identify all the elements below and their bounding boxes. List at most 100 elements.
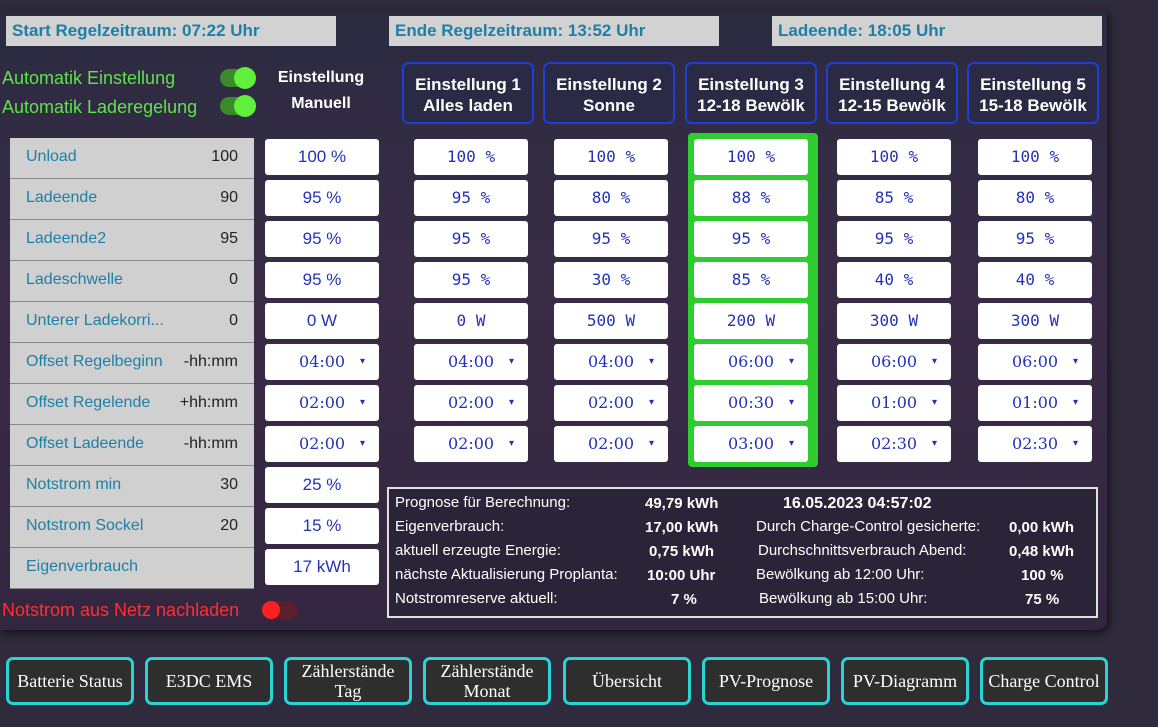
setting-1-input[interactable]: 100 % [414,139,528,175]
value-text: 95 % [731,229,771,248]
manual-input[interactable]: 95 % [265,262,379,298]
value-text: 02:00 [299,434,346,453]
value-text: 02:00 [448,393,495,412]
abend-value: 0,48 kWh [1009,543,1075,560]
notstrom-nachladen-toggle[interactable] [262,601,298,619]
setting-2-input[interactable]: 80 % [554,180,668,216]
value-text: 03:00 [728,434,775,453]
setting-2-select[interactable]: 02:00 ▾ [554,385,668,421]
manual-select[interactable]: 04:00 ▾ [265,344,379,380]
nav-button-5[interactable]: Übersicht [563,657,691,705]
setting-5-select[interactable]: 01:00 ▾ [978,385,1092,421]
setting-header-3[interactable]: Einstellung 3 12-18 Bewölk [685,62,817,124]
setting-5-input[interactable]: 100 % [978,139,1092,175]
update-label: nächste Aktualisierung Proplanta: [395,566,618,583]
nav-button-4[interactable]: Zählerstände Monat [423,657,551,705]
setting-1-input[interactable]: 95 % [414,221,528,257]
setting-header-1[interactable]: Einstellung 1 Alles laden [402,62,534,124]
parameter-current-value: 95 [220,230,238,247]
setting-3-input[interactable]: 85 % [694,262,808,298]
setting-1-select[interactable]: 04:00 ▾ [414,344,528,380]
parameter-name: Ladeende2 [26,230,107,247]
parameter-current-value: 20 [220,517,238,534]
setting-2-input[interactable]: 100 % [554,139,668,175]
setting-5-input[interactable]: 300 W [978,303,1092,339]
setting-4-input[interactable]: 100 % [837,139,951,175]
nav-button-6[interactable]: PV-Prognose [702,657,830,705]
manual-input[interactable]: 25 % [265,467,379,503]
setting-1-input[interactable]: 95 % [414,262,528,298]
chevron-down-icon: ▾ [788,397,794,408]
setting-5-select[interactable]: 02:30 ▾ [978,426,1092,462]
parameter-current-value: -hh:mm [183,353,238,370]
manual-input[interactable]: 17 kWh [265,549,379,585]
setting-5-input[interactable]: 95 % [978,221,1092,257]
setting-1-select[interactable]: 02:00 ▾ [414,385,528,421]
value-text: 85 % [874,188,914,207]
setting-4-input[interactable]: 300 W [837,303,951,339]
manual-select[interactable]: 02:00 ▾ [265,385,379,421]
setting-4-select[interactable]: 02:30 ▾ [837,426,951,462]
setting-5-input[interactable]: 80 % [978,180,1092,216]
prognose-label: Prognose für Berechnung: [395,494,571,511]
setting-5-select[interactable]: 06:00 ▾ [978,344,1092,380]
setting-header-5[interactable]: Einstellung 5 15-18 Bewölk [967,62,1099,124]
value-text: 04:00 [588,352,635,371]
parameter-name: Ladeschwelle [26,271,123,288]
manual-input[interactable]: 100 % [265,139,379,175]
setting-4-select[interactable]: 01:00 ▾ [837,385,951,421]
setting-header-2[interactable]: Einstellung 2 Sonne [543,62,675,124]
setting-2-input[interactable]: 500 W [554,303,668,339]
value-text: 17 kWh [293,557,351,576]
chevron-down-icon: ▾ [648,438,654,449]
setting-3-select[interactable]: 03:00 ▾ [694,426,808,462]
setting-1-input[interactable]: 95 % [414,180,528,216]
parameter-current-value: -hh:mm [183,435,238,452]
update-value: 10:00 Uhr [647,567,716,584]
setting-3-input[interactable]: 200 W [694,303,808,339]
setting-4-select[interactable]: 06:00 ▾ [837,344,951,380]
chevron-down-icon: ▾ [1072,397,1078,408]
setting-3-input[interactable]: 88 % [694,180,808,216]
setting-3-select[interactable]: 06:00 ▾ [694,344,808,380]
nav-button-1[interactable]: Batterie Status [6,657,134,705]
manual-input[interactable]: 0 W [265,303,379,339]
setting-4-input[interactable]: 95 % [837,221,951,257]
ladeende-time: Ladeende: 18:05 Uhr [772,16,1102,46]
setting-2-select[interactable]: 04:00 ▾ [554,344,668,380]
eigen-value: 17,00 kWh [645,519,719,536]
manual-input[interactable]: 15 % [265,508,379,544]
value-text: 95 % [451,229,491,248]
reserve-label: Notstromreserve aktuell: [395,590,558,607]
setting-header-4[interactable]: Einstellung 4 12-15 Bewölk [826,62,958,124]
setting-3-input[interactable]: 95 % [694,221,808,257]
value-text: 100 % [869,147,919,166]
nav-button-3[interactable]: Zählerstände Tag [284,657,412,705]
gesichert-label: Durch Charge-Control gesicherte: [756,518,981,535]
setting-4-input[interactable]: 85 % [837,180,951,216]
erzeugt-label: aktuell erzeugte Energie: [395,542,561,559]
info-panel: Prognose für Berechnung: 49,79 kWh 16.05… [387,487,1098,618]
parameter-row: Ladeschwelle 0 [10,261,254,302]
setting-2-select[interactable]: 02:00 ▾ [554,426,668,462]
setting-2-input[interactable]: 30 % [554,262,668,298]
nav-button-7[interactable]: PV-Diagramm [841,657,969,705]
parameter-current-value: +hh:mm [179,394,238,411]
setting-2-input[interactable]: 95 % [554,221,668,257]
nav-button-8[interactable]: Charge Control [980,657,1108,705]
setting-3-select[interactable]: 00:30 ▾ [694,385,808,421]
manual-input[interactable]: 95 % [265,180,379,216]
manual-select[interactable]: 02:00 ▾ [265,426,379,462]
setting-5-input[interactable]: 40 % [978,262,1092,298]
setting-3-input[interactable]: 100 % [694,139,808,175]
chevron-down-icon: ▾ [931,356,937,367]
manual-input[interactable]: 95 % [265,221,379,257]
automatik-einstellung-toggle[interactable] [220,67,256,89]
parameter-name: Offset Ladeende [26,435,145,452]
setting-1-select[interactable]: 02:00 ▾ [414,426,528,462]
setting-1-input[interactable]: 0 W [414,303,528,339]
chevron-down-icon: ▾ [931,397,937,408]
nav-button-2[interactable]: E3DC EMS [145,657,273,705]
automatik-laderegelung-toggle[interactable] [220,95,256,117]
setting-4-input[interactable]: 40 % [837,262,951,298]
